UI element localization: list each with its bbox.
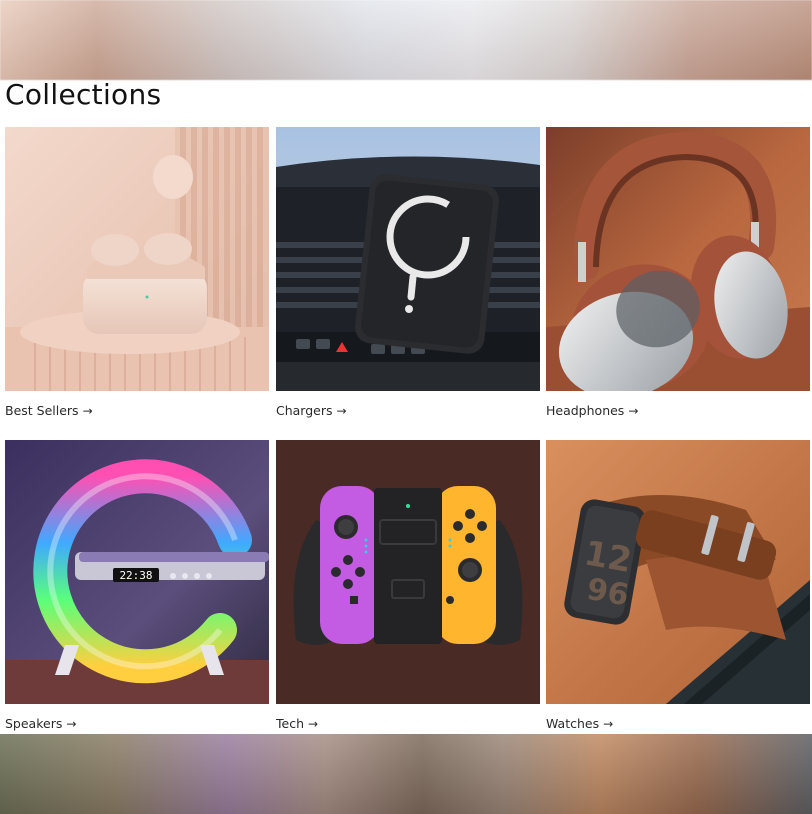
collection-link-watches[interactable]: Watches → (546, 716, 810, 731)
footer-banner-blurred (0, 734, 812, 814)
collection-label: Best Sellers (5, 403, 79, 418)
collection-card-headphones[interactable]: Headphones → (546, 127, 810, 418)
collection-image-watches[interactable]: 12 96 (546, 440, 810, 704)
svg-text:96: 96 (584, 572, 631, 614)
arrow-right-icon: → (66, 717, 77, 731)
section-title: Collections (5, 78, 162, 111)
arrow-right-icon: → (603, 717, 614, 731)
collection-card-speakers[interactable]: 22:38 Speakers → (5, 440, 269, 731)
collection-link-headphones[interactable]: Headphones → (546, 403, 810, 418)
collection-label: Tech (276, 716, 304, 731)
collection-link-chargers[interactable]: Chargers → (276, 403, 540, 418)
arrow-right-icon: → (336, 404, 347, 418)
hero-banner-blurred (0, 0, 812, 80)
collection-card-best-sellers[interactable]: Best Sellers → (5, 127, 269, 418)
collection-link-speakers[interactable]: Speakers → (5, 716, 269, 731)
clock-display: 22:38 (119, 569, 152, 582)
collection-label: Chargers (276, 403, 333, 418)
collection-card-watches[interactable]: 12 96 Watches → (546, 440, 810, 731)
collection-card-chargers[interactable]: Chargers → (276, 127, 540, 418)
collection-image-headphones[interactable] (546, 127, 810, 391)
arrow-right-icon: → (628, 404, 639, 418)
collection-image-tech[interactable] (276, 440, 540, 704)
collection-link-best-sellers[interactable]: Best Sellers → (5, 403, 269, 418)
arrow-right-icon: → (308, 717, 319, 731)
collection-image-best-sellers[interactable] (5, 127, 269, 391)
collection-label: Speakers (5, 716, 63, 731)
collection-image-chargers[interactable] (276, 127, 540, 391)
collection-image-speakers[interactable]: 22:38 (5, 440, 269, 704)
arrow-right-icon: → (82, 404, 93, 418)
collection-link-tech[interactable]: Tech → (276, 716, 540, 731)
collection-card-tech[interactable]: Tech → (276, 440, 540, 731)
collection-label: Headphones (546, 403, 625, 418)
collection-label: Watches (546, 716, 600, 731)
